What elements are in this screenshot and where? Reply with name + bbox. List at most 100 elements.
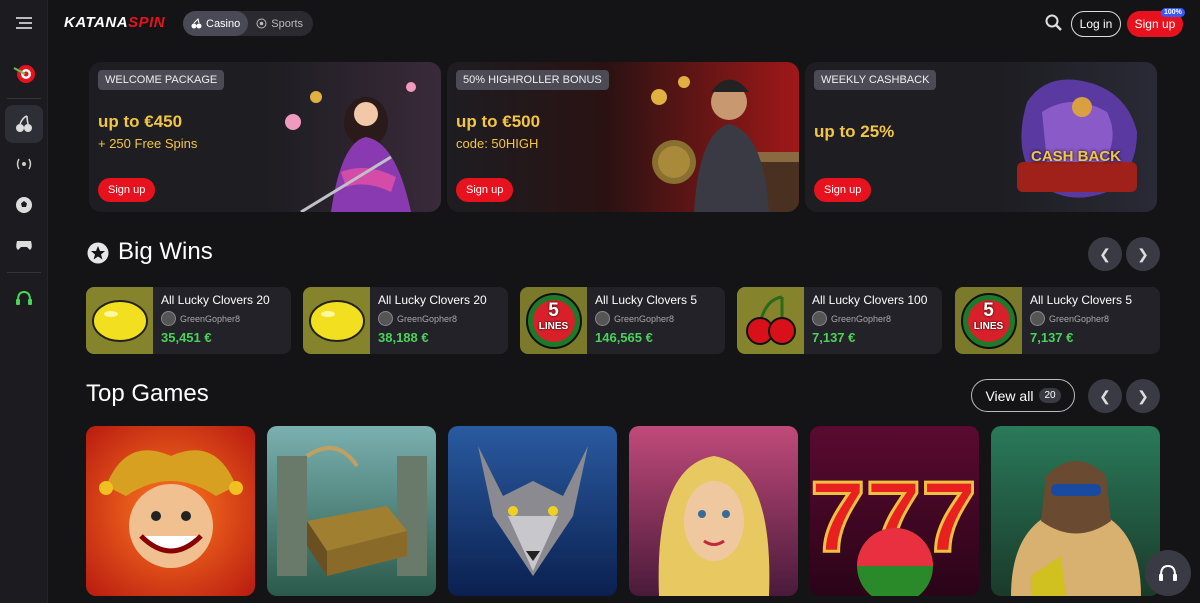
- cherries-icon: [191, 18, 202, 29]
- wolf-art: [478, 446, 588, 576]
- chevron-left-icon: ❮: [1099, 245, 1111, 262]
- dragon-cashback-illustration: [1017, 79, 1137, 198]
- thumb-lines-number: 5: [983, 300, 994, 321]
- promo-card-welcome[interactable]: WELCOME PACKAGE up to €450 + 250 Free Sp…: [89, 62, 441, 212]
- chevron-right-icon: ❯: [1137, 245, 1149, 262]
- treasure-chest-art: [277, 446, 427, 576]
- rapper-art: [1011, 461, 1141, 596]
- win-username: GreenGopher8: [614, 313, 675, 324]
- sidebar-item-casino[interactable]: [5, 105, 43, 143]
- avatar: [378, 311, 393, 326]
- win-game-name: All Lucky Clovers 20: [161, 293, 270, 307]
- signup-bonus-badge: 100%: [1161, 8, 1185, 17]
- win-amount: 35,451 €: [161, 330, 212, 345]
- game-tile-treasure[interactable]: [267, 426, 436, 596]
- win-username: GreenGopher8: [831, 313, 892, 324]
- game-tile-wolf[interactable]: [448, 426, 617, 596]
- win-amount: 146,565 €: [595, 330, 653, 345]
- promo-headline: up to 25%: [814, 122, 895, 141]
- promo-tag: 50% HIGHROLLER BONUS: [456, 70, 609, 90]
- sidebar-item-support[interactable]: [5, 279, 43, 317]
- win-user: GreenGopher8: [161, 311, 240, 326]
- mode-switcher: Casino Sports: [183, 11, 313, 36]
- target-dart-icon: [13, 65, 35, 83]
- gamepad-icon: [16, 241, 32, 250]
- win-game-name: All Lucky Clovers 100: [812, 293, 928, 307]
- section-title-big-wins: Big Wins: [118, 238, 213, 265]
- top-games-prev-button[interactable]: ❮: [1088, 379, 1122, 413]
- headset-icon: [16, 290, 32, 305]
- watermelon-5-lines-icon: 5 LINES: [520, 287, 587, 354]
- section-title-top-games: Top Games: [86, 380, 209, 407]
- tab-casino[interactable]: Casino: [183, 11, 249, 36]
- cherry-icon: [737, 287, 804, 354]
- game-tile-sevens[interactable]: 777: [810, 426, 979, 596]
- big-win-card[interactable]: 5 LINES All Lucky Clovers 5 GreenGopher8…: [955, 287, 1160, 354]
- win-amount: 7,137 €: [1030, 330, 1074, 345]
- support-chat-button[interactable]: [1145, 550, 1191, 596]
- win-game-name: All Lucky Clovers 20: [378, 293, 487, 307]
- big-win-card[interactable]: All Lucky Clovers 20 GreenGopher8 35,451…: [86, 287, 291, 354]
- promo-card-cashback[interactable]: WEEKLY CASHBACK up to 25% Sign up CASH B…: [805, 62, 1157, 212]
- view-all-button[interactable]: View all 20: [971, 379, 1075, 412]
- chevron-right-icon: ❯: [1137, 387, 1149, 404]
- lemon-icon: [303, 287, 370, 354]
- chevron-left-icon: ❮: [1099, 387, 1111, 404]
- soccer-ball-icon: [256, 18, 267, 29]
- samurai-illustration: [651, 76, 799, 212]
- live-broadcast-icon: [16, 158, 32, 170]
- soccer-ball-icon: [16, 197, 32, 213]
- sevens-watermelon-art: 777: [810, 460, 978, 596]
- big-win-card[interactable]: All Lucky Clovers 100 GreenGopher8 7,137…: [737, 287, 942, 354]
- sidebar: [0, 0, 48, 603]
- menu-toggle-button[interactable]: [5, 4, 43, 42]
- sidebar-item-live[interactable]: [5, 145, 43, 183]
- avatar: [595, 311, 610, 326]
- avatar: [161, 311, 176, 326]
- tab-sports[interactable]: Sports: [248, 11, 311, 36]
- star-icon: [87, 242, 109, 269]
- search-button[interactable]: [1045, 14, 1063, 37]
- promo-subline: code: 50HIGH: [456, 136, 539, 151]
- brand-logo-text: KATANA: [64, 14, 129, 31]
- big-win-card[interactable]: All Lucky Clovers 20 GreenGopher8 38,188…: [303, 287, 508, 354]
- sidebar-promo-target[interactable]: [5, 54, 43, 92]
- sidebar-item-sports[interactable]: [5, 186, 43, 224]
- brand-logo-accent-text: SPIN: [128, 14, 166, 31]
- cashback-art-text: CASH BACK: [1031, 148, 1121, 165]
- win-amount: 38,188 €: [378, 330, 429, 345]
- watermelon-5-lines-icon: 5 LINES: [955, 287, 1022, 354]
- promo-tag: WELCOME PACKAGE: [98, 70, 225, 90]
- promo-signup-button[interactable]: Sign up: [456, 178, 514, 202]
- brand-logo[interactable]: KATANASPIN: [64, 14, 165, 31]
- tab-casino-label: Casino: [206, 17, 241, 30]
- top-games-next-button[interactable]: ❯: [1126, 379, 1160, 413]
- sidebar-item-esports[interactable]: [5, 226, 43, 264]
- win-user: GreenGopher8: [378, 311, 457, 326]
- sidebar-divider: [7, 272, 41, 273]
- avatar: [812, 311, 827, 326]
- game-tile-blonde[interactable]: [629, 426, 798, 596]
- win-user: GreenGopher8: [1030, 311, 1109, 326]
- game-tile-jester[interactable]: [86, 426, 255, 596]
- promo-subline: + 250 Free Spins: [98, 136, 198, 151]
- sidebar-divider: [7, 98, 41, 99]
- big-wins-next-button[interactable]: ❯: [1126, 237, 1160, 271]
- promo-signup-button[interactable]: Sign up: [98, 178, 156, 202]
- promo-card-highroller[interactable]: 50% HIGHROLLER BONUS up to €500 code: 50…: [447, 62, 799, 212]
- view-all-label: View all: [985, 387, 1034, 404]
- hamburger-icon: [16, 17, 32, 29]
- win-username: GreenGopher8: [180, 313, 241, 324]
- lemon-icon: [86, 287, 153, 354]
- blonde-woman-art: [658, 456, 770, 596]
- promo-tag: WEEKLY CASHBACK: [814, 70, 937, 90]
- win-username: GreenGopher8: [1049, 313, 1110, 324]
- login-button[interactable]: Log in: [1071, 11, 1121, 37]
- win-username: GreenGopher8: [397, 313, 458, 324]
- cherries-icon: [16, 115, 32, 132]
- promo-signup-button[interactable]: Sign up: [814, 178, 872, 202]
- big-win-card[interactable]: 5 LINES All Lucky Clovers 5 GreenGopher8…: [520, 287, 725, 354]
- big-wins-prev-button[interactable]: ❮: [1088, 237, 1122, 271]
- game-tile-rapper[interactable]: [991, 426, 1160, 596]
- win-game-name: All Lucky Clovers 5: [595, 293, 698, 307]
